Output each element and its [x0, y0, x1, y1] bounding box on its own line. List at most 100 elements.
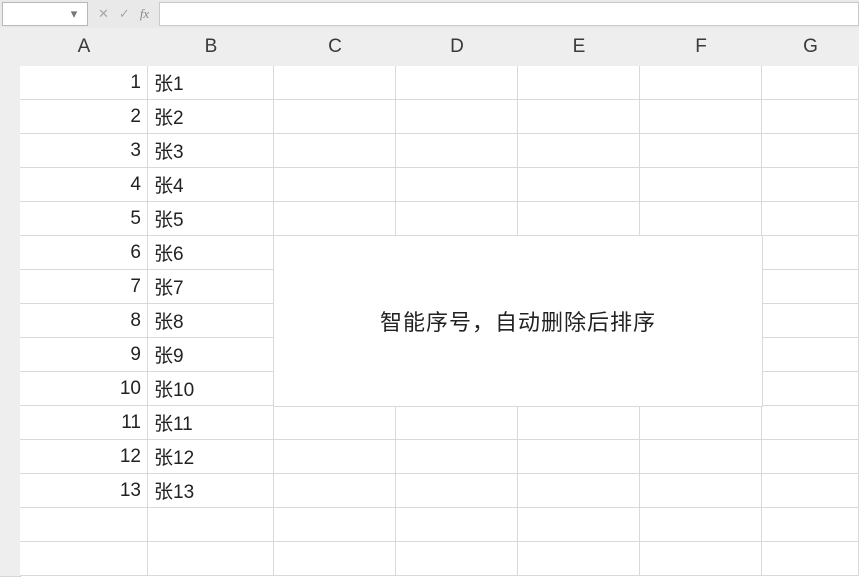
cell[interactable] [762, 304, 859, 338]
cell[interactable] [640, 440, 762, 474]
cell[interactable] [762, 236, 859, 270]
cell[interactable]: 张10 [148, 372, 274, 406]
cell[interactable] [762, 270, 859, 304]
row-header[interactable] [0, 304, 21, 339]
cell[interactable]: 2 [20, 100, 148, 134]
column-header-C[interactable]: C [274, 28, 397, 67]
cell[interactable] [274, 474, 396, 508]
cell[interactable] [396, 168, 518, 202]
row-header[interactable] [0, 542, 21, 577]
cell[interactable] [640, 474, 762, 508]
row-header[interactable] [0, 338, 21, 373]
row-header[interactable] [0, 440, 21, 475]
formula-input[interactable] [159, 2, 859, 26]
row-header[interactable] [0, 236, 21, 271]
cell[interactable]: 1 [20, 66, 148, 100]
row-header[interactable] [0, 372, 21, 407]
cell[interactable] [518, 508, 640, 542]
cell[interactable]: 张11 [148, 406, 274, 440]
cell[interactable] [518, 134, 640, 168]
cell[interactable] [396, 202, 518, 236]
cell[interactable]: 张6 [148, 236, 274, 270]
cell[interactable] [518, 66, 640, 100]
cell[interactable]: 12 [20, 440, 148, 474]
column-header-D[interactable]: D [396, 28, 519, 67]
cancel-icon[interactable]: ✕ [98, 6, 109, 22]
cell[interactable]: 张4 [148, 168, 274, 202]
cell[interactable] [274, 202, 396, 236]
cell[interactable] [518, 202, 640, 236]
cell[interactable] [762, 100, 859, 134]
row-header[interactable] [0, 474, 21, 509]
column-header-A[interactable]: A [20, 28, 149, 67]
cell[interactable]: 张5 [148, 202, 274, 236]
cell[interactable] [20, 542, 148, 576]
cell[interactable] [640, 508, 762, 542]
cell[interactable] [396, 66, 518, 100]
cell[interactable] [762, 66, 859, 100]
row-header[interactable] [0, 406, 21, 441]
cell[interactable]: 张9 [148, 338, 274, 372]
column-header-F[interactable]: F [640, 28, 763, 67]
enter-icon[interactable]: ✓ [119, 6, 130, 22]
name-box[interactable]: ▾ [2, 2, 88, 26]
cell[interactable]: 7 [20, 270, 148, 304]
cell[interactable] [518, 168, 640, 202]
cell[interactable]: 10 [20, 372, 148, 406]
chevron-down-icon[interactable]: ▾ [67, 6, 81, 22]
cell[interactable]: 张13 [148, 474, 274, 508]
row-header[interactable] [0, 508, 21, 543]
cell[interactable] [396, 134, 518, 168]
cell[interactable] [762, 508, 859, 542]
cell[interactable]: 11 [20, 406, 148, 440]
cell[interactable]: 9 [20, 338, 148, 372]
cell[interactable] [148, 508, 274, 542]
grid[interactable]: ABCDEFG1张12张23张34张45张56张67张78张89张910张101… [0, 28, 859, 586]
cell[interactable] [274, 66, 396, 100]
row-header[interactable] [0, 168, 21, 203]
cell[interactable] [518, 406, 640, 440]
cell[interactable]: 张3 [148, 134, 274, 168]
cell[interactable] [640, 134, 762, 168]
cell[interactable] [396, 440, 518, 474]
cell[interactable] [640, 406, 762, 440]
merged-note-cell[interactable]: 智能序号，自动删除后排序 [274, 236, 763, 407]
cell[interactable]: 6 [20, 236, 148, 270]
cell[interactable] [762, 202, 859, 236]
cell[interactable] [640, 168, 762, 202]
cell[interactable] [640, 202, 762, 236]
column-header-E[interactable]: E [518, 28, 641, 67]
cell[interactable] [274, 168, 396, 202]
cell[interactable] [396, 508, 518, 542]
cell[interactable] [274, 100, 396, 134]
cell[interactable] [762, 134, 859, 168]
row-header[interactable] [0, 100, 21, 135]
cell[interactable] [396, 474, 518, 508]
row-header[interactable] [0, 66, 21, 101]
cell[interactable] [396, 542, 518, 576]
cell[interactable]: 4 [20, 168, 148, 202]
cell[interactable]: 张12 [148, 440, 274, 474]
cell[interactable] [148, 542, 274, 576]
cell[interactable] [20, 508, 148, 542]
cell[interactable] [274, 134, 396, 168]
column-header-B[interactable]: B [148, 28, 275, 67]
cell[interactable] [762, 474, 859, 508]
cell[interactable] [518, 542, 640, 576]
cell[interactable] [518, 440, 640, 474]
cell[interactable]: 3 [20, 134, 148, 168]
cell[interactable] [762, 168, 859, 202]
cell[interactable]: 13 [20, 474, 148, 508]
cell[interactable] [640, 100, 762, 134]
cell[interactable]: 张2 [148, 100, 274, 134]
cell[interactable] [518, 474, 640, 508]
cell[interactable]: 5 [20, 202, 148, 236]
column-header-G[interactable]: G [762, 28, 859, 67]
cell[interactable] [518, 100, 640, 134]
select-all-corner[interactable] [0, 28, 21, 67]
cell[interactable] [274, 406, 396, 440]
cell[interactable] [762, 406, 859, 440]
cell[interactable]: 8 [20, 304, 148, 338]
row-header[interactable] [0, 202, 21, 237]
row-header[interactable] [0, 134, 21, 169]
